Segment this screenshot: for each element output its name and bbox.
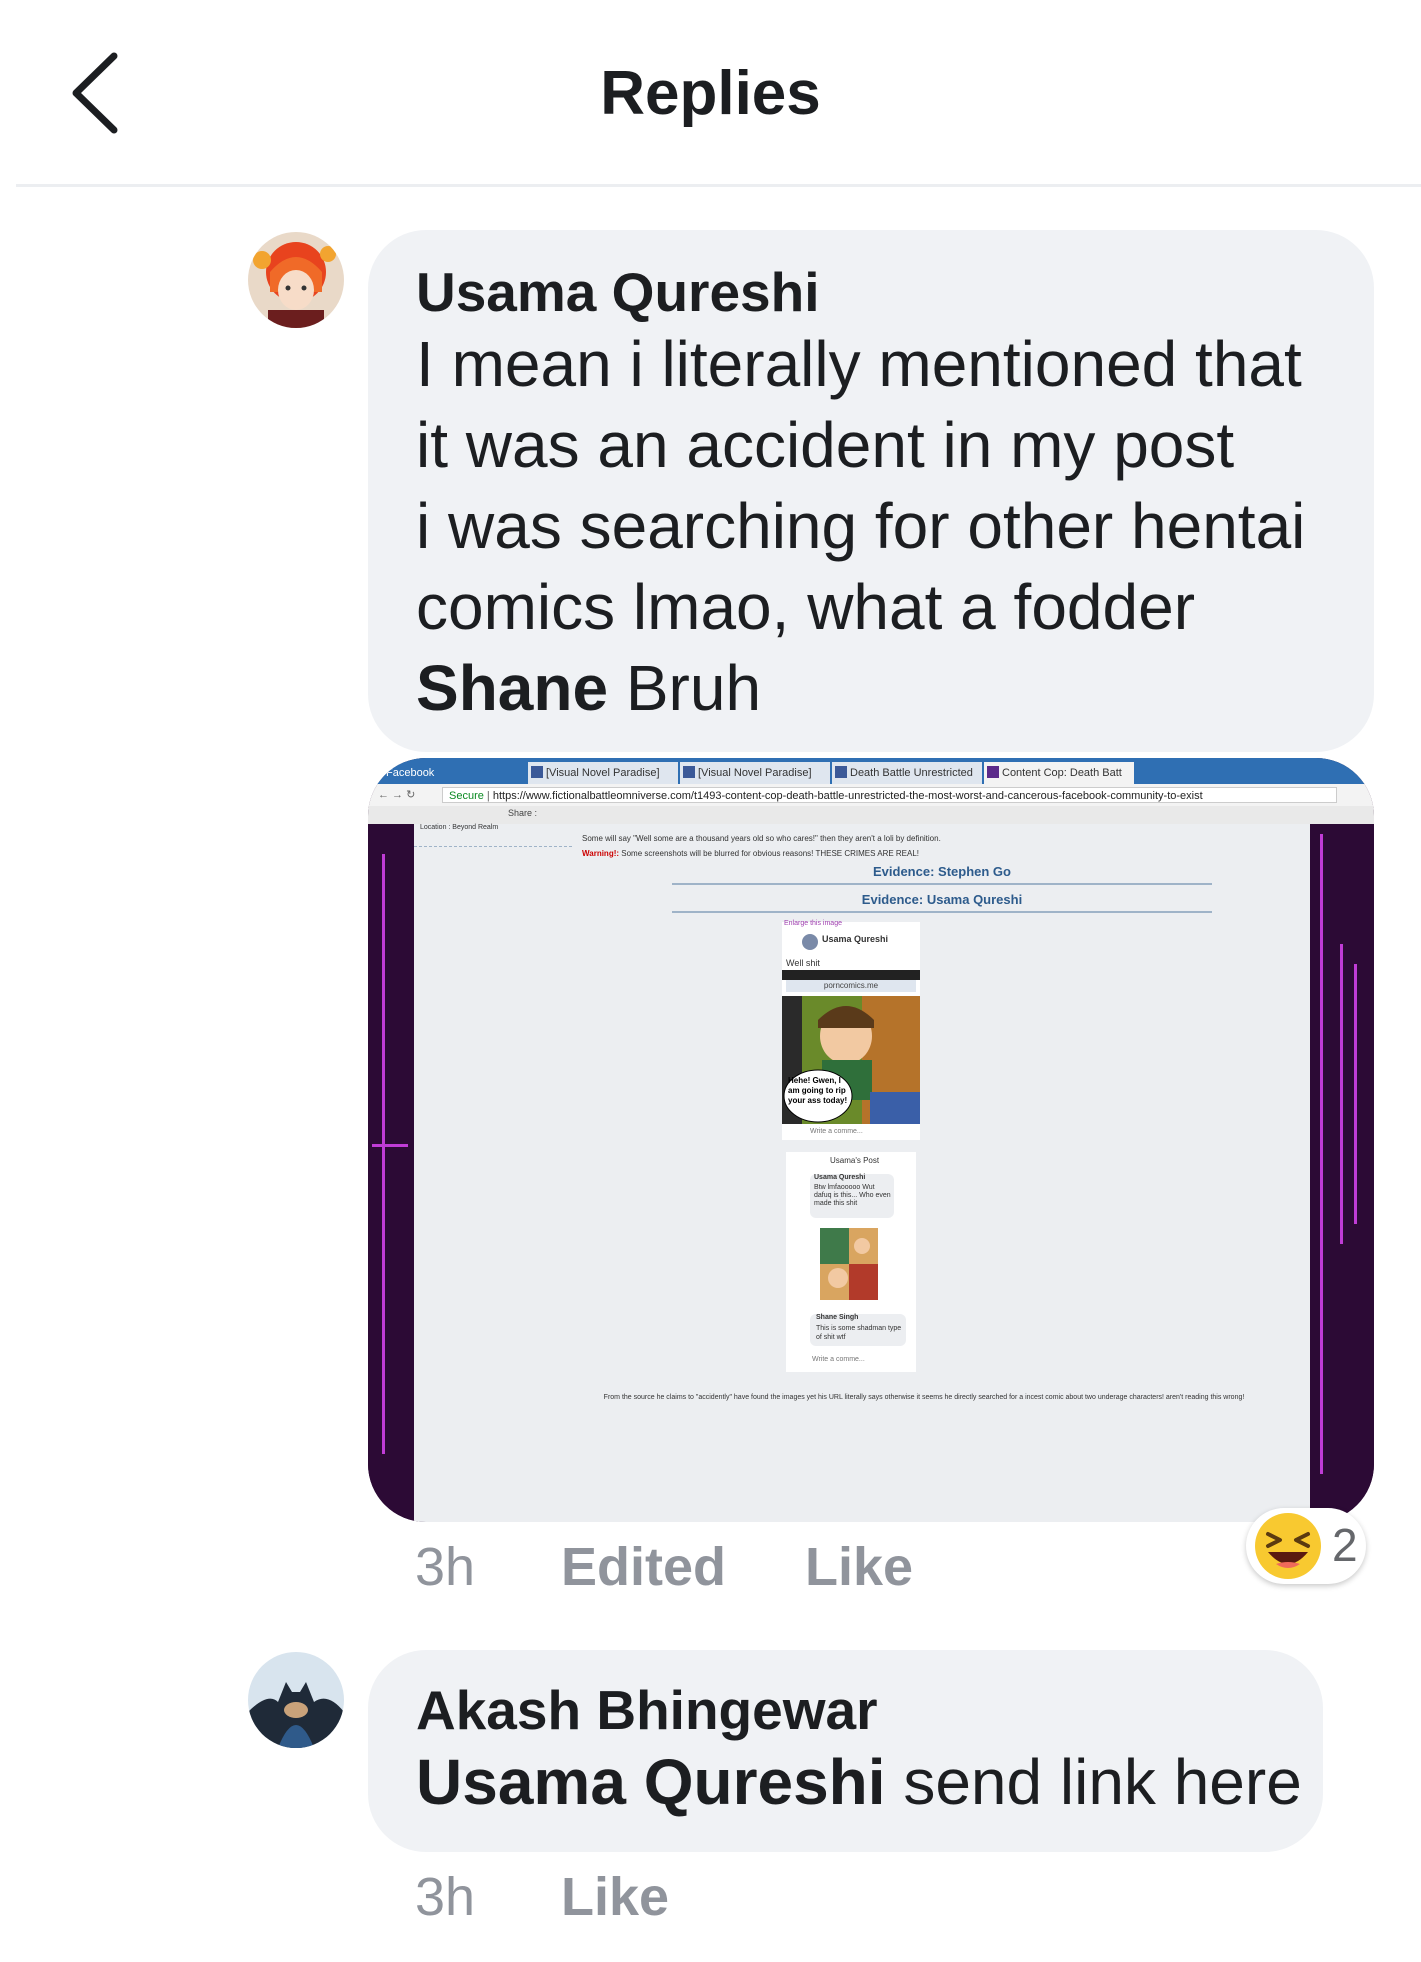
phone-reply-text: This is some shadman type of shit wtf [816,1325,902,1341]
timestamp: 3h [415,1537,476,1597]
browser-tab: Death Battle Unrestricted [832,762,982,784]
header-divider [16,184,1421,187]
page-title: Replies [600,59,821,128]
avatar [802,934,818,950]
browser-tab: [Visual Novel Paradise] [528,762,678,784]
facebook-icon [835,766,847,778]
evidence-heading: Evidence: Usama Qureshi [672,892,1212,913]
write-comment: Write a comme... [812,1356,865,1363]
phone-screenshot: Enlarge this image Usama Qureshi Well sh… [782,920,920,1140]
reaction-count: 2 [1332,1519,1358,1571]
warning-text: Some screenshots will be blurred for obv… [621,849,920,858]
avatar[interactable] [248,1652,344,1748]
decorative-side-left [368,824,414,1522]
comment-line: i was searching for other hentai [416,490,1306,562]
enlarge-label: Enlarge this image [784,920,842,927]
comic-speech-bubble: Hehe! Gwen, I am going to rip your ass t… [788,1076,848,1105]
phone-author: Usama Qureshi [814,1174,866,1181]
comment-line: I mean i literally mentioned that [416,328,1302,400]
facebook-icon [683,766,695,778]
phone-title: Usama's Post [830,1156,880,1165]
footnote: From the source he claims to "accidently… [603,1394,1245,1401]
location-label: Location : Beyond Realm [420,824,499,831]
laughing-emoji-icon [1255,1513,1321,1579]
comment-text: Usama Qureshi send link here [416,1742,1323,1823]
decorative-side-right [1310,824,1374,1522]
share-label: Share : [508,808,538,818]
comment-line: comics lmao, what a fodder [416,571,1195,643]
comment-line: it was an accident in my post [416,409,1235,481]
comment-bubble[interactable]: Akash Bhingewar Usama Qureshi send link … [368,1650,1323,1852]
comment-text-tail: send link here [885,1746,1302,1818]
forum-toolbar: Share : [368,806,1374,824]
attached-screenshot[interactable]: Facebook [Visual Novel Paradise] [Visual… [368,758,1374,1522]
comment-meta: 3h Edited Like [415,1536,1215,1602]
browser-tab-active: Content Cop: Death Batt [984,762,1134,784]
browser-tab-label: Content Cop: Death Batt [1002,767,1122,779]
timestamp: 3h [415,1867,476,1927]
mention-link[interactable]: Shane [416,652,608,724]
site-icon [987,766,999,778]
browser-tab-label: [Visual Novel Paradise] [698,767,812,779]
write-comment: Write a comme... [810,1128,863,1135]
profile-divider [414,846,572,847]
anime-avatar-icon [248,232,344,328]
comment-text: I mean i literally mentioned that it was… [416,324,1374,729]
warning-line: Warning!: Some screenshots will be blurr… [582,849,919,858]
secure-label: Secure [449,790,484,802]
avatar[interactable] [248,232,344,328]
nav-arrows-icon: ← → ↻ [378,789,416,801]
browser-tab: [Visual Novel Paradise] [680,762,830,784]
forum-line: Some will say "Well some are a thousand … [582,834,941,843]
phone-text: Well shit [786,958,820,968]
like-button[interactable]: Like [805,1536,913,1598]
facebook-icon [531,766,543,778]
comment-author[interactable]: Usama Qureshi [416,260,1374,324]
batman-avatar-icon [248,1652,344,1748]
comment-author[interactable]: Akash Bhingewar [416,1678,1323,1742]
browser-tab: Facebook [368,762,528,784]
phone-text: Btw lmfaooooo Wut dafuq is this... Who e… [814,1184,891,1207]
browser-tab-label: [Visual Novel Paradise] [546,767,660,779]
comment-line-tail: Bruh [608,652,762,724]
url-text: https://www.fictionalbattleomniverse.com… [492,790,1203,802]
browser-tab-label: Death Battle Unrestricted [850,767,973,779]
comment-line: Shane Bruh [416,648,1374,729]
phone-screenshot: Usama's Post Usama Qureshi Btw lmfaooooo… [786,1152,916,1372]
comment-bubble[interactable]: Usama Qureshi I mean i literally mention… [368,230,1374,752]
warning-prefix: Warning!: [582,849,620,858]
evidence-heading: Evidence: Stephen Go [672,864,1212,885]
phone-author: Usama Qureshi [822,934,889,944]
forum-page: Location : Beyond Realm Some will say "W… [414,824,1310,1522]
comic-image [820,1228,878,1300]
header: Replies [0,0,1421,185]
browser-address-bar: ← → ↻ Secure | https://www.fictionalbatt… [368,784,1374,807]
url-field: Secure | https://www.fictionalbattleomni… [442,787,1337,803]
browser-tab-bar: Facebook [Visual Novel Paradise] [Visual… [368,758,1374,784]
like-button[interactable]: Like [561,1866,669,1928]
reaction-summary[interactable]: 2 [1246,1508,1366,1584]
phone-reply-author: Shane Singh [816,1314,859,1321]
comment-meta: 3h Like [415,1866,915,1932]
mention-link[interactable]: Usama Qureshi [416,1746,886,1818]
phone-site: porncomics.me [786,980,916,992]
edited-link[interactable]: Edited [561,1536,726,1598]
